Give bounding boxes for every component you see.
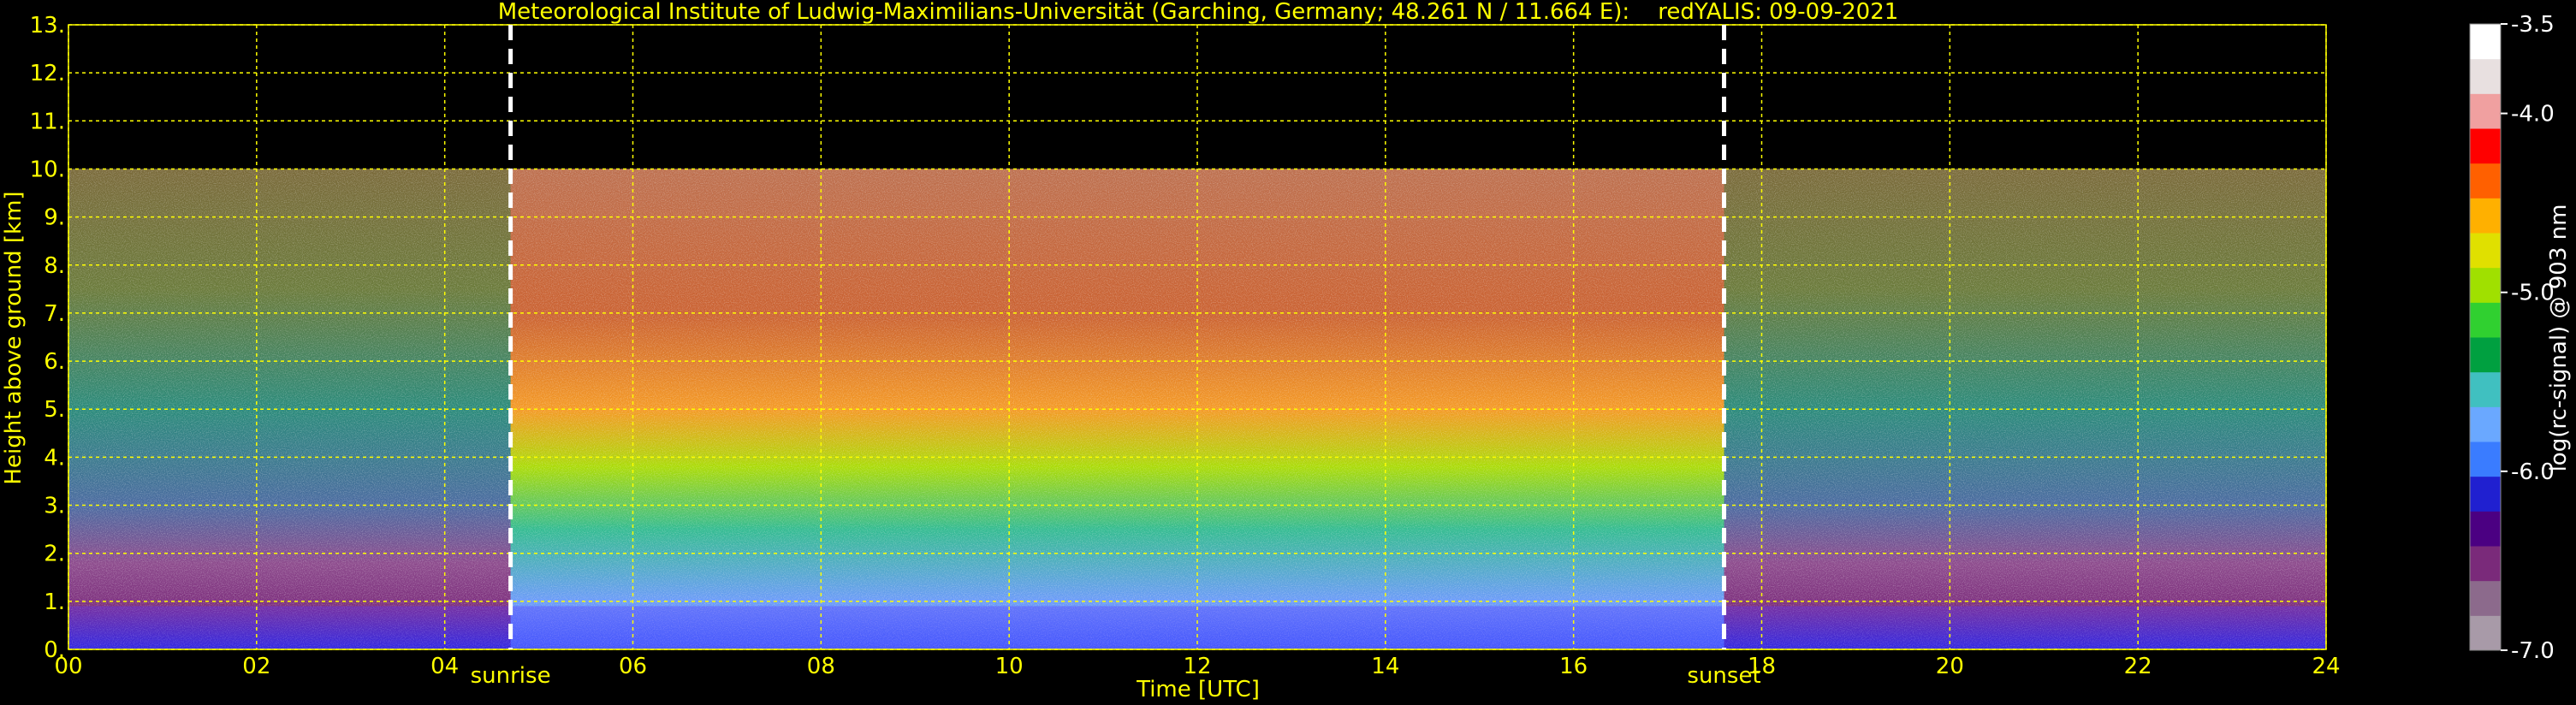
colorbar-tick-label: -3.5 <box>2511 12 2555 38</box>
chart-title: Meteorological Institute of Ludwig-Maxim… <box>498 0 1899 25</box>
colorbar-segment <box>2470 371 2501 407</box>
y-tick-label: 8. <box>44 253 65 279</box>
y-tick-label: 7. <box>44 301 65 327</box>
colorbar-segment <box>2470 58 2501 94</box>
lidar-chart: sunrise sunset 00 02 04 06 08 10 12 14 16 18 20 22 24… <box>1 0 2572 702</box>
colorbar-segment <box>2470 198 2501 234</box>
colorbar-segment <box>2470 615 2501 651</box>
x-tick-label: 10 <box>995 654 1024 679</box>
y-tick-label: 4. <box>44 445 65 471</box>
x-tick-label: 04 <box>430 654 459 679</box>
colorbar-segment <box>2470 163 2501 198</box>
x-tick-label: 20 <box>1936 654 1964 679</box>
colorbar-segment <box>2470 546 2501 582</box>
y-axis-label: Height above ground [km] <box>1 191 27 484</box>
y-tick-label: 10. <box>30 157 65 182</box>
colorbar-segment <box>2470 128 2501 164</box>
y-tick-label: 9. <box>44 205 65 231</box>
y-tick-label: 2. <box>44 542 65 567</box>
colorbar-segment <box>2470 337 2501 373</box>
colorbar-segment <box>2470 93 2501 129</box>
colorbar: -3.5-4.0-5.0-6.0-7.0 <box>2469 12 2555 664</box>
y-tick-label: 0. <box>44 637 65 663</box>
colorbar-segment <box>2470 24 2501 60</box>
y-tick-label: 12. <box>30 61 65 86</box>
colorbar-label: log(rc-signal) @ 903 nm <box>2546 204 2572 472</box>
x-axis-label: Time [UTC] <box>1136 677 1260 702</box>
colorbar-segment <box>2470 511 2501 547</box>
colorbar-segment <box>2470 441 2501 477</box>
y-tick-label: 6. <box>44 349 65 375</box>
x-tick-label: 22 <box>2124 654 2152 679</box>
y-tick-label: 5. <box>44 397 65 423</box>
y-tick-label: 1. <box>44 589 65 615</box>
colorbar-tick-label: -7.0 <box>2511 638 2555 664</box>
x-tick-label: 18 <box>1748 654 1776 679</box>
x-tick-label: 02 <box>242 654 270 679</box>
x-tick-label: 14 <box>1371 654 1399 679</box>
x-tick-label: 12 <box>1183 654 1211 679</box>
colorbar-segment <box>2470 580 2501 616</box>
x-tick-label: 24 <box>2312 654 2340 679</box>
colorbar-segment <box>2470 476 2501 512</box>
y-tick-label: 11. <box>30 109 65 134</box>
colorbar-segment <box>2470 233 2501 269</box>
colorbar-tick-label: -4.0 <box>2511 102 2555 127</box>
x-axis-ticks: 00 02 04 06 08 10 12 14 16 18 20 22 24 <box>54 654 2340 679</box>
colorbar-segment <box>2470 302 2501 338</box>
x-tick-label: 06 <box>619 654 647 679</box>
x-tick-label: 16 <box>1559 654 1588 679</box>
sunrise-label: sunrise <box>471 663 551 689</box>
y-tick-label: 13. <box>30 13 65 39</box>
x-tick-label: 08 <box>807 654 835 679</box>
colorbar-segment <box>2470 406 2501 442</box>
colorbar-segment <box>2470 267 2501 303</box>
y-axis-ticks: 0. 1. 2. 3. 4. 5. 6. 7. 8. 9. 10. 11. 12. 13. <box>30 13 65 663</box>
y-tick-label: 3. <box>44 494 65 519</box>
